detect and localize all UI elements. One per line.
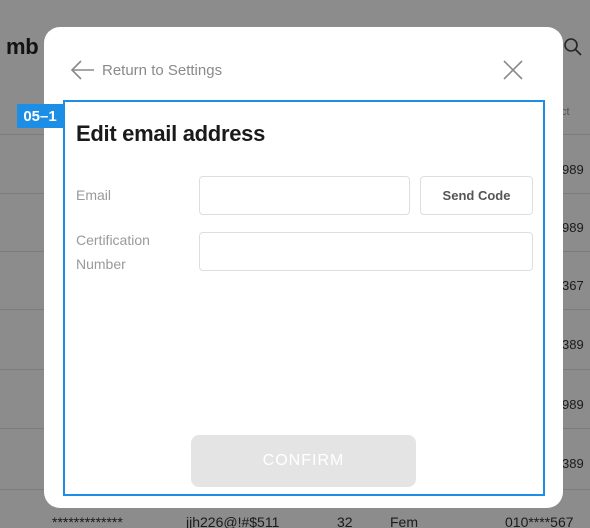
email-label: Email xyxy=(76,187,112,203)
return-to-settings-label: Return to Settings xyxy=(102,61,223,79)
send-code-button[interactable]: Send Code xyxy=(420,176,533,215)
confirm-button[interactable]: CONFIRM xyxy=(191,435,416,487)
modal-title: Edit email address xyxy=(76,121,266,146)
return-to-settings-link[interactable]: Return to Settings xyxy=(70,57,222,83)
certification-number-label-line1: Certification xyxy=(76,232,150,248)
certification-number-input[interactable] xyxy=(199,232,533,271)
arrow-left-icon xyxy=(70,60,94,80)
email-input[interactable] xyxy=(199,176,410,215)
certification-number-label-line2: Number xyxy=(76,256,126,272)
close-icon[interactable] xyxy=(499,56,527,84)
annotation-tag: 05–1 xyxy=(17,104,63,128)
